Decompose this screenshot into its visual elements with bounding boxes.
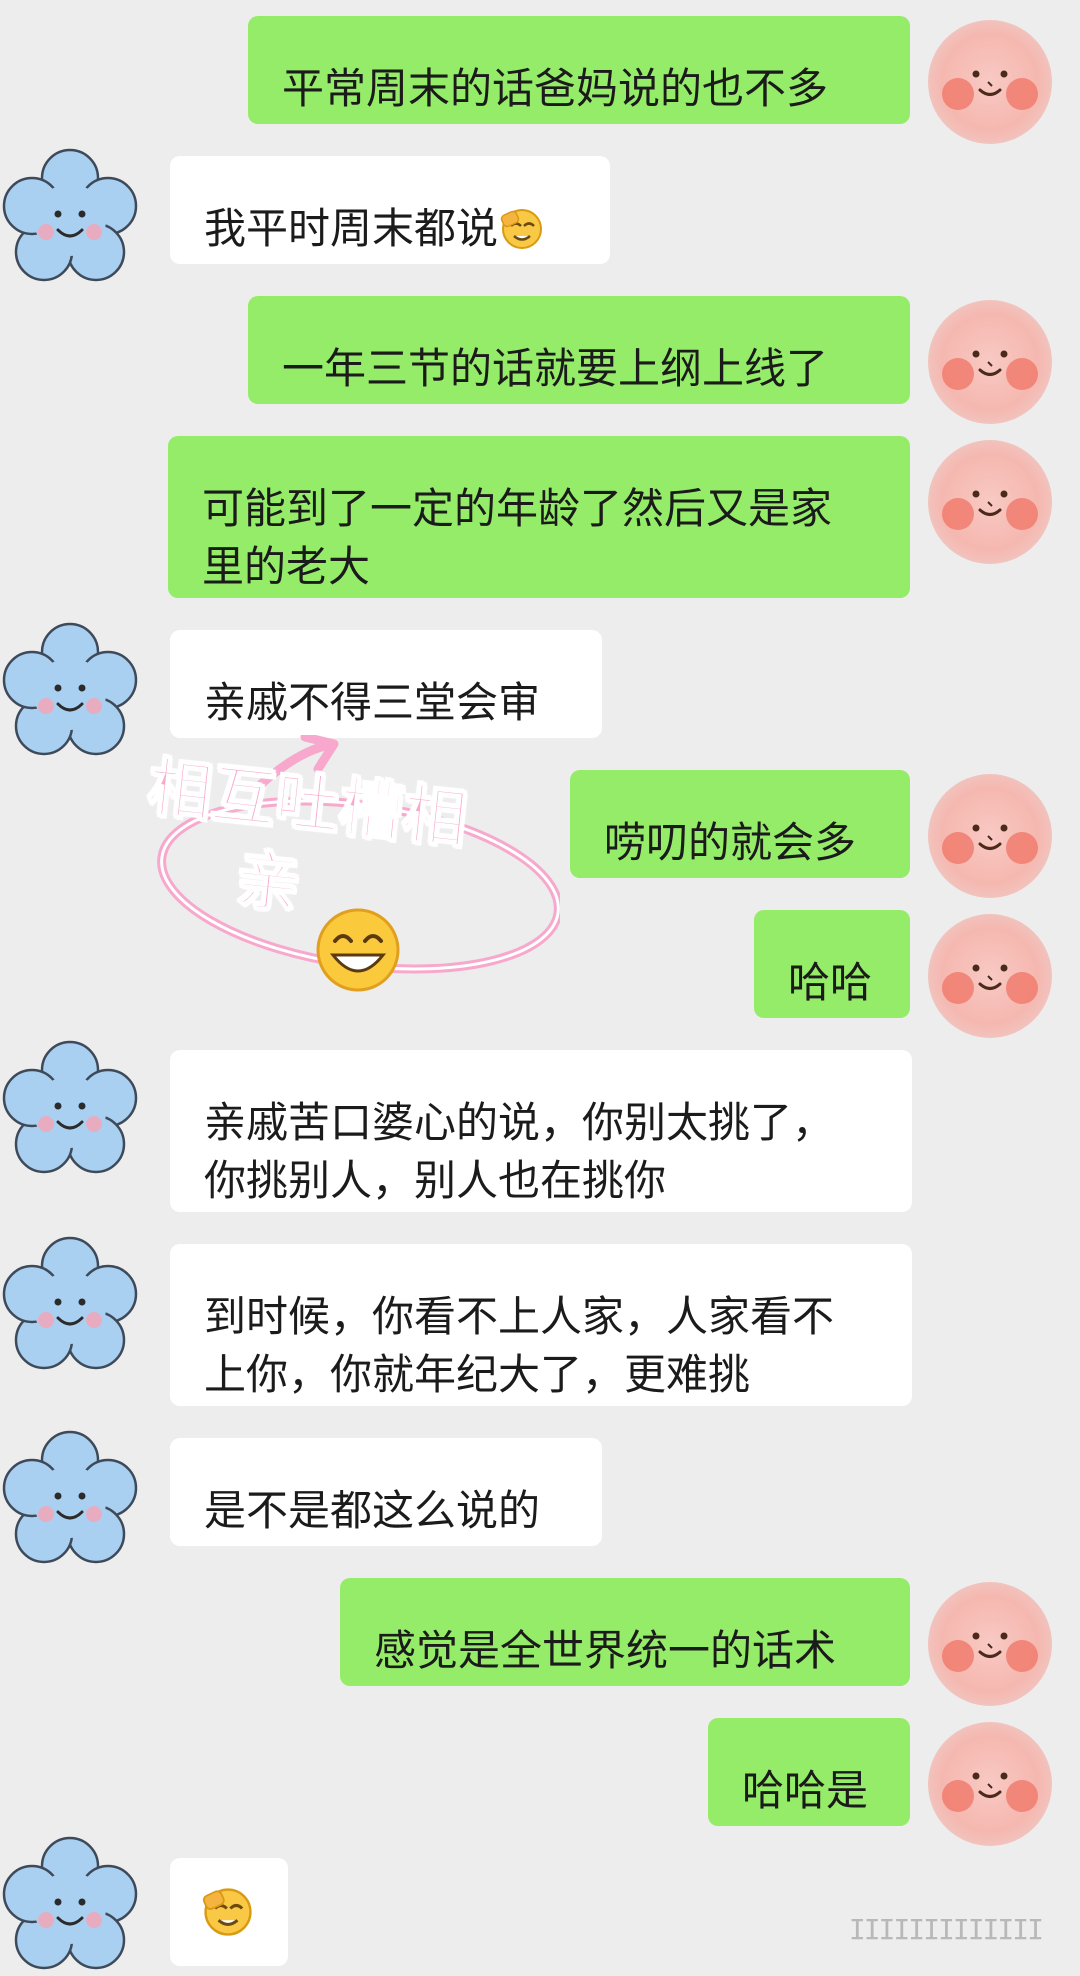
message-text-line: 亲戚苦口婆心的说，你别太挑了， — [204, 1098, 835, 1147]
sticker-text-line: 亲 — [231, 842, 304, 924]
message-bubble-sent[interactable]: 哈哈是 — [708, 1718, 910, 1826]
avatar-blue[interactable] — [0, 1040, 140, 1180]
blue-flower-face-icon — [2, 148, 138, 282]
message-bubble-received[interactable]: 亲戚不得三堂会审 — [170, 630, 602, 738]
pink-face-icon — [928, 1582, 1052, 1706]
facepalm-emoji-icon — [202, 1886, 254, 1938]
message-text-line: 你挑别人，别人也在挑你 — [204, 1156, 667, 1205]
message-text: 唠叨的就会多 — [604, 818, 857, 867]
avatar-blue[interactable] — [0, 148, 140, 288]
watermark: IIIIIIIIIIIII — [848, 1913, 1044, 1946]
message-text: 平常周末的话爸妈说的也不多 — [282, 64, 829, 113]
pink-face-icon — [928, 774, 1052, 898]
message-text: 哈哈是 — [742, 1766, 869, 1815]
blue-flower-face-icon — [2, 1836, 138, 1970]
chat-window: 平常周末的话爸妈说的也不多 我平时周末都说 一年三节的话就要上纲上线了 可能到了… — [0, 0, 1080, 1976]
avatar-blue[interactable] — [0, 1430, 140, 1570]
message-text-line: 可能到了一定的年龄了然后又是家 — [202, 484, 833, 533]
message-text-line: 里的老大 — [202, 542, 371, 591]
pink-face-icon — [928, 300, 1052, 424]
message-bubble-sent[interactable]: 唠叨的就会多 — [570, 770, 910, 878]
avatar-blue[interactable] — [0, 1836, 140, 1976]
avatar-pink[interactable] — [920, 1572, 1060, 1712]
blue-flower-face-icon — [2, 622, 138, 756]
message-text: 哈哈 — [788, 958, 873, 1007]
avatar-pink[interactable] — [920, 430, 1060, 570]
message-bubble-received[interactable]: 到时候，你看不上人家，人家看不 上你，你就年纪大了，更难挑 — [170, 1244, 912, 1406]
message-bubble-sent[interactable]: 一年三节的话就要上纲上线了 — [248, 296, 910, 404]
message-bubble-received[interactable]: 是不是都这么说的 — [170, 1438, 602, 1546]
avatar-blue[interactable] — [0, 622, 140, 762]
message-bubble-received[interactable] — [170, 1858, 288, 1966]
message-text: 感觉是全世界统一的话术 — [374, 1626, 837, 1675]
avatar-pink[interactable] — [920, 290, 1060, 430]
blue-flower-face-icon — [2, 1430, 138, 1564]
avatar-pink[interactable] — [920, 1712, 1060, 1852]
message-bubble-sent[interactable]: 可能到了一定的年龄了然后又是家 里的老大 — [168, 436, 910, 598]
blue-flower-face-icon — [2, 1040, 138, 1174]
pink-face-icon — [928, 20, 1052, 144]
pink-face-icon — [928, 914, 1052, 1038]
pink-face-icon — [928, 440, 1052, 564]
message-text-line: 上你，你就年纪大了，更难挑 — [204, 1350, 751, 1399]
grinning-face-icon — [315, 907, 401, 993]
sticker-annotation: 相互吐槽相 亲 — [140, 735, 560, 995]
avatar-pink[interactable] — [920, 10, 1060, 150]
message-text: 亲戚不得三堂会审 — [204, 678, 541, 727]
message-bubble-sent[interactable]: 感觉是全世界统一的话术 — [340, 1578, 910, 1686]
pink-face-icon — [928, 1722, 1052, 1846]
message-bubble-received[interactable]: 我平时周末都说 — [170, 156, 610, 264]
blue-flower-face-icon — [2, 1236, 138, 1370]
message-bubble-sent[interactable]: 哈哈 — [754, 910, 910, 1018]
message-text-line: 到时候，你看不上人家，人家看不 — [204, 1292, 835, 1341]
message-text: 一年三节的话就要上纲上线了 — [282, 344, 829, 393]
message-text: 我平时周末都说 — [204, 200, 576, 258]
message-text: 是不是都这么说的 — [204, 1486, 541, 1535]
avatar-pink[interactable] — [920, 904, 1060, 1044]
message-bubble-sent[interactable]: 平常周末的话爸妈说的也不多 — [248, 16, 910, 124]
facepalm-emoji-icon — [500, 207, 544, 251]
avatar-pink[interactable] — [920, 764, 1060, 904]
message-bubble-received[interactable]: 亲戚苦口婆心的说，你别太挑了， 你挑别人，别人也在挑你 — [170, 1050, 912, 1212]
avatar-blue[interactable] — [0, 1236, 140, 1376]
